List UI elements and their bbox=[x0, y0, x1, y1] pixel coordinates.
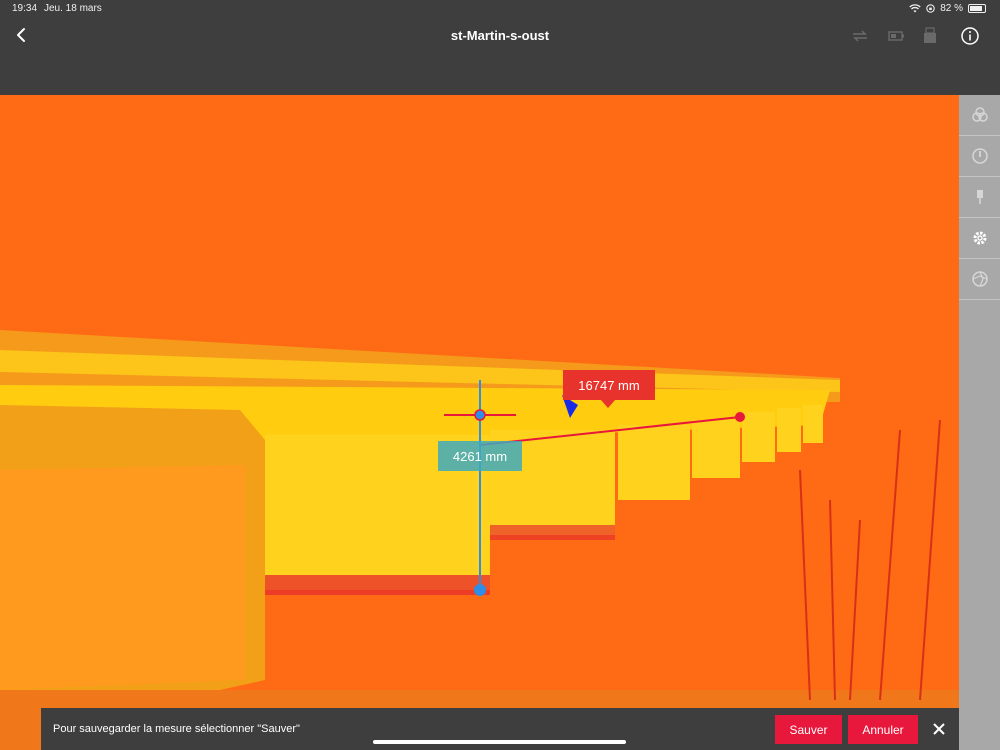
point-cloud-view[interactable]: 16747 mm 4261 mm bbox=[0, 95, 959, 750]
compass-icon bbox=[971, 148, 988, 164]
measure-bottom-point[interactable] bbox=[474, 584, 486, 596]
brick-face bbox=[0, 465, 245, 690]
side-toolbar bbox=[959, 95, 1000, 750]
aperture-icon bbox=[971, 271, 988, 287]
storage-icon[interactable] bbox=[920, 26, 940, 46]
layers-icon bbox=[971, 107, 988, 122]
cancel-button[interactable]: Annuler bbox=[848, 715, 918, 744]
status-right: 82 % bbox=[909, 3, 986, 14]
status-time: 19:34 bbox=[12, 3, 38, 14]
reflection-1 bbox=[265, 575, 490, 595]
pillar-7 bbox=[803, 405, 823, 443]
measure-top-point[interactable] bbox=[474, 409, 486, 421]
measure-endpoint-right[interactable] bbox=[735, 412, 745, 422]
orientation-lock-icon bbox=[926, 4, 935, 13]
save-hint-text: Pour sauvegarder la mesure sélectionner … bbox=[53, 723, 300, 735]
pillar-4 bbox=[692, 420, 740, 478]
scanner-battery-icon[interactable] bbox=[886, 26, 906, 46]
probe-icon bbox=[976, 190, 983, 204]
navigation-bar: st-Martin-s-oust bbox=[0, 18, 1000, 95]
tool-layers[interactable] bbox=[959, 95, 1000, 136]
save-button[interactable]: Sauver bbox=[775, 715, 842, 744]
swap-icon[interactable] bbox=[850, 26, 870, 46]
tool-probe[interactable] bbox=[959, 177, 1000, 218]
close-icon[interactable] bbox=[931, 721, 947, 737]
home-indicator[interactable] bbox=[373, 740, 626, 744]
vertical-measurement-label[interactable]: 4261 mm bbox=[438, 441, 522, 471]
status-bar: 19:34 Jeu. 18 mars 82 % bbox=[0, 0, 1000, 18]
info-icon[interactable] bbox=[960, 26, 980, 46]
reflection-2 bbox=[490, 525, 615, 540]
battery-percent: 82 % bbox=[940, 3, 963, 14]
gear-icon bbox=[973, 231, 986, 245]
wifi-icon bbox=[909, 4, 921, 13]
point-cloud-render[interactable] bbox=[0, 95, 959, 750]
status-date: Jeu. 18 mars bbox=[44, 3, 102, 14]
horizontal-measurement-label[interactable]: 16747 mm bbox=[563, 370, 655, 408]
tool-compass[interactable] bbox=[959, 136, 1000, 177]
pillar-5 bbox=[742, 412, 775, 462]
pillar-3 bbox=[618, 425, 690, 500]
battery-icon bbox=[968, 4, 986, 13]
tool-settings[interactable] bbox=[959, 218, 1000, 259]
tool-aperture[interactable] bbox=[959, 259, 1000, 300]
pillar-6 bbox=[777, 408, 801, 452]
